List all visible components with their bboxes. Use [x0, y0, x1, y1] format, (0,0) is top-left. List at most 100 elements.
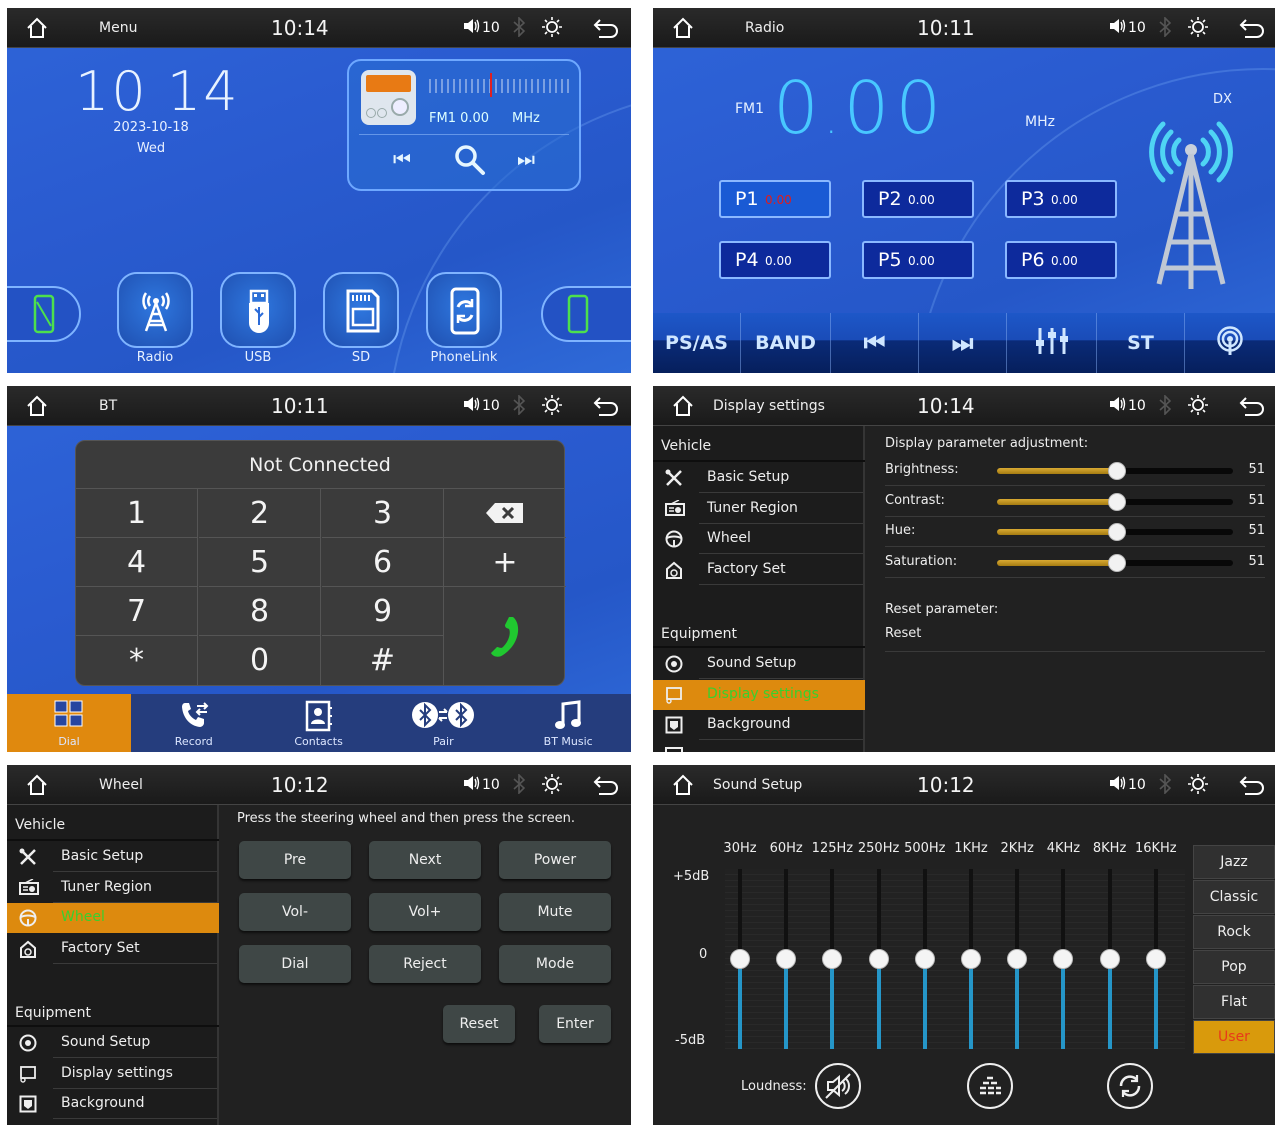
sidebar-item-factory-set[interactable]: Factory Set — [653, 555, 865, 585]
eq-slider-125hz[interactable] — [822, 869, 843, 1049]
key-7[interactable]: 7 — [76, 587, 198, 636]
slider-thumb[interactable] — [1108, 553, 1127, 572]
home-icon[interactable] — [671, 17, 695, 39]
eq-slider-250hz[interactable] — [868, 869, 889, 1049]
sidebar-item-tuner-region[interactable]: Tuner Region — [653, 494, 865, 524]
toolbar-button-prev-track[interactable]: ⏮ — [831, 313, 919, 373]
eq-preset-flat[interactable]: Flat — [1193, 985, 1275, 1019]
wheel-button-next[interactable]: Next — [369, 841, 481, 879]
param-slider[interactable] — [997, 462, 1233, 480]
home-icon[interactable] — [25, 774, 49, 796]
search-icon[interactable] — [453, 143, 487, 182]
eq-slider-1khz[interactable] — [961, 869, 981, 1049]
wheel-button-pre[interactable]: Pre — [239, 841, 351, 879]
param-slider[interactable] — [997, 553, 1233, 572]
volume-indicator[interactable]: 10 — [1109, 775, 1146, 795]
eq-slider-2khz[interactable] — [1007, 869, 1028, 1049]
wheel-button-power[interactable]: Power — [499, 841, 611, 879]
sidebar-item-sound-setup[interactable]: Sound Setup — [7, 1028, 219, 1058]
sun-icon[interactable] — [1187, 773, 1209, 795]
eq-preset-rock[interactable]: Rock — [1193, 915, 1275, 949]
slider-thumb[interactable] — [1108, 523, 1127, 541]
sun-icon[interactable] — [541, 394, 563, 416]
tab-bt-music[interactable]: BT Music — [506, 694, 630, 752]
loudness-button[interactable] — [815, 1063, 861, 1109]
key-5[interactable]: 5 — [199, 538, 321, 587]
back-arrow-icon[interactable] — [1239, 18, 1265, 38]
sun-icon[interactable] — [1187, 394, 1209, 416]
home-icon[interactable] — [671, 774, 695, 796]
prev-track-icon[interactable]: ⏮ — [393, 147, 411, 171]
key-0[interactable]: 0 — [199, 636, 321, 685]
param-slider[interactable] — [997, 523, 1233, 541]
next-track-icon[interactable]: ⏭ — [517, 147, 535, 171]
eq-thumb[interactable] — [914, 949, 935, 969]
key-4[interactable]: 4 — [76, 538, 198, 587]
prev-page-button[interactable] — [7, 286, 81, 342]
volume-indicator[interactable]: 10 — [463, 18, 500, 38]
back-arrow-icon[interactable] — [1239, 775, 1265, 795]
app-sd[interactable] — [323, 272, 399, 348]
app-phonelink[interactable] — [426, 272, 502, 348]
backspace-button[interactable] — [444, 489, 566, 538]
wheel-button-vol-plus[interactable]: Vol+ — [369, 893, 481, 931]
home-icon[interactable] — [671, 395, 695, 417]
sun-icon[interactable] — [541, 16, 563, 38]
app-usb[interactable] — [220, 272, 296, 348]
preset-button-p3[interactable]: P3 0.00 — [1005, 180, 1117, 218]
sidebar-item-basic-setup[interactable]: Basic Setup — [653, 463, 865, 493]
sidebar-item-factory-set[interactable]: Factory Set — [7, 934, 219, 964]
tab-contacts[interactable]: Contacts — [257, 694, 381, 752]
eq-preset-jazz[interactable]: Jazz — [1193, 845, 1275, 879]
eq-thumb[interactable] — [1145, 949, 1166, 969]
tab-record[interactable]: Record — [132, 694, 256, 752]
volume-indicator[interactable]: 10 — [463, 775, 500, 795]
dx-indicator[interactable]: DX — [1213, 92, 1232, 107]
preset-button-p4[interactable]: P4 0.00 — [719, 241, 831, 279]
sidebar-item-display-settings[interactable]: Display settings — [7, 1059, 219, 1089]
toolbar-button-equalizer[interactable] — [1007, 313, 1097, 373]
app-radio[interactable] — [117, 272, 193, 348]
volume-indicator[interactable]: 10 — [1109, 18, 1146, 38]
next-page-button[interactable] — [541, 286, 631, 342]
back-arrow-icon[interactable] — [1239, 396, 1265, 416]
eq-slider-4khz[interactable] — [1053, 869, 1074, 1049]
preset-button-p1[interactable]: P1 0.00 — [719, 180, 831, 218]
eq-slider-500hz[interactable] — [914, 869, 935, 1049]
sidebar-item-wheel[interactable]: Wheel — [653, 524, 865, 554]
key-9[interactable]: 9 — [322, 587, 444, 636]
toolbar-button-next-track[interactable]: ⏭ — [919, 313, 1007, 373]
enter-button[interactable]: Enter — [539, 1005, 611, 1043]
param-slider[interactable] — [997, 492, 1233, 511]
eq-button[interactable] — [967, 1063, 1013, 1109]
home-icon[interactable] — [25, 395, 49, 417]
eq-preset-pop[interactable]: Pop — [1193, 950, 1275, 984]
key-2[interactable]: 2 — [199, 489, 321, 538]
toolbar-button-ps-as[interactable]: PS/AS — [653, 313, 741, 373]
home-icon[interactable] — [25, 17, 49, 39]
volume-indicator[interactable]: 10 — [463, 396, 500, 416]
key-6[interactable]: 6 — [322, 538, 444, 587]
eq-thumb[interactable] — [961, 949, 981, 969]
tab-dial[interactable]: Dial — [7, 694, 131, 752]
eq-thumb[interactable] — [1099, 949, 1120, 969]
wheel-button-dial[interactable]: Dial — [239, 945, 351, 983]
back-arrow-icon[interactable] — [593, 18, 619, 38]
key-8[interactable]: 8 — [199, 587, 321, 636]
eq-slider-16khz[interactable] — [1145, 869, 1166, 1049]
reset-eq-button[interactable] — [1107, 1063, 1153, 1109]
reset-button[interactable]: Reset — [443, 1005, 515, 1043]
sun-icon[interactable] — [541, 773, 563, 795]
back-arrow-icon[interactable] — [593, 396, 619, 416]
sidebar-item-background[interactable]: Background — [653, 710, 865, 740]
volume-indicator[interactable]: 10 — [1109, 396, 1146, 416]
key-star[interactable]: * — [76, 636, 198, 685]
preset-button-p2[interactable]: P2 0.00 — [862, 180, 974, 218]
key-hash[interactable]: # — [322, 636, 444, 685]
preset-button-p5[interactable]: P5 0.00 — [862, 241, 974, 279]
slider-thumb[interactable] — [1108, 462, 1127, 480]
toolbar-button-broadcast[interactable] — [1185, 313, 1275, 373]
tab-pair[interactable]: Pair — [381, 694, 505, 752]
sidebar-item-background[interactable]: Background — [7, 1089, 219, 1119]
eq-slider-60hz[interactable] — [776, 869, 797, 1049]
